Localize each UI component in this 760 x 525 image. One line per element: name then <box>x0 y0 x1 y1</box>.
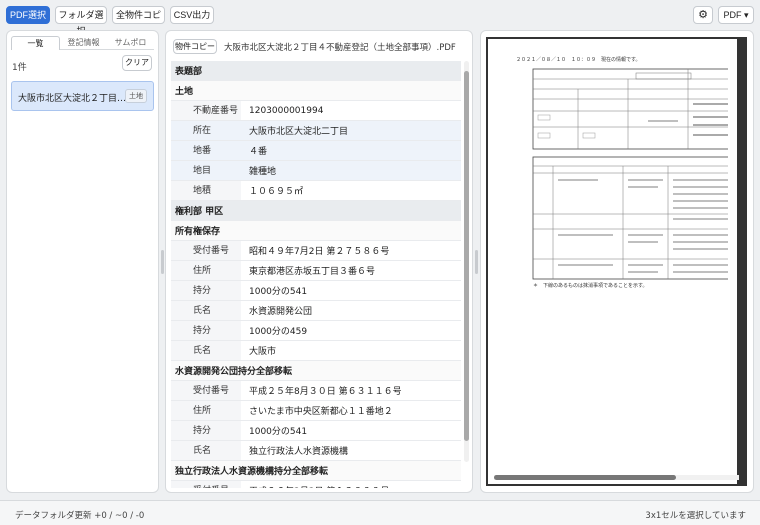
field-label: 氏名 <box>171 441 241 460</box>
tab-list[interactable]: 一覧 <box>11 36 60 50</box>
property-table: 表題部 土地 不動産番号 1203000001994 所在 大阪市北区大淀北二丁目 地番 ４番… <box>171 61 461 488</box>
doc-header-line: ２０２１／０８／１０ １０：０９ 現在の情報です。 <box>516 56 641 63</box>
right-splitter[interactable] <box>475 250 478 274</box>
field-value[interactable]: さいたま市中央区新都心１１番地２ <box>241 404 393 417</box>
group-header[interactable]: 独立行政法人水資源機構持分全部移転 <box>171 461 461 481</box>
table-row[interactable]: 不動産番号 1203000001994 <box>171 101 461 121</box>
table-row[interactable]: 住所 東京都港区赤坂五丁目３番６号 <box>171 261 461 281</box>
pdf-horizontal-scrollbar[interactable] <box>494 475 739 480</box>
tab-registry-info[interactable]: 登記情報 <box>60 36 107 50</box>
table-row[interactable]: 持分 1000分の459 <box>171 321 461 341</box>
field-value[interactable]: 独立行政法人水資源機構 <box>241 444 348 457</box>
table-row[interactable]: 持分 1000分の541 <box>171 281 461 301</box>
table-row[interactable]: 受付番号平成２６年3月3日 第１３８９９号 <box>171 481 461 488</box>
field-label: 持分 <box>171 321 241 340</box>
field-label: 所在 <box>171 121 241 140</box>
table-row[interactable]: 地積 １０６９５㎡ <box>171 181 461 201</box>
field-value[interactable]: １０６９５㎡ <box>241 184 303 197</box>
list-item[interactable]: 大阪市北区大淀北２丁目… 土地 <box>11 81 154 111</box>
field-label: 地積 <box>171 181 241 200</box>
status-bar: データフォルダ更新 +0 / ~0 / -0 3x1セルを選択しています <box>0 500 760 525</box>
table-row[interactable]: 受付番号 昭和４９年7月2日 第２７５８６号 <box>171 241 461 261</box>
pdf-menu-button[interactable]: PDF ▾ <box>718 6 754 24</box>
pdf-vertical-scrollbar[interactable] <box>737 39 745 484</box>
table-row[interactable]: 氏名 水資源開発公団 <box>171 301 461 321</box>
field-label: 地番 <box>171 141 241 160</box>
field-value[interactable]: 平成２５年8月３０日 第６３１１６号 <box>241 384 402 397</box>
group-header[interactable]: 水資源開発公団持分全部移転 <box>171 361 461 381</box>
field-label: 地目 <box>171 161 241 180</box>
field-value[interactable]: 平成２６年3月3日 第１３８９９号 <box>241 484 389 488</box>
table-row[interactable]: 住所 さいたま市中央区新都心１１番地２ <box>171 401 461 421</box>
field-label: 受付番号 <box>171 381 241 400</box>
field-value[interactable]: 昭和４９年7月2日 第２７５８６号 <box>241 244 389 257</box>
scrollbar-thumb[interactable] <box>464 71 469 441</box>
field-value[interactable]: 東京都港区赤坂五丁目３番６号 <box>241 264 375 277</box>
status-left: データフォルダ更新 +0 / ~0 / -0 <box>15 511 145 521</box>
field-label: 不動産番号 <box>171 101 241 120</box>
status-right: 3x1セルを選択しています <box>645 511 746 521</box>
field-label: 持分 <box>171 421 241 440</box>
doc-footer-line: ＊ 下線のあるものは抹消事項であることを示す。 <box>533 282 647 289</box>
field-label: 受付番号 <box>171 241 241 260</box>
table-row[interactable]: 氏名 大阪市 <box>171 341 461 361</box>
field-value[interactable]: 大阪市 <box>241 344 276 357</box>
field-value[interactable]: 1000分の459 <box>241 324 307 337</box>
section-header[interactable]: 権利部 甲区 <box>171 201 461 221</box>
field-label: 氏名 <box>171 301 241 320</box>
group-header[interactable]: 所有権保存 <box>171 221 461 241</box>
pdf-document-image: ２０２１／０８／１０ １０：０９ 現在の情報です。 ＊ 下線のあるものは抹消事項… <box>516 56 728 289</box>
table-row[interactable]: 地番 ４番 <box>171 141 461 161</box>
settings-button[interactable]: ⚙ <box>693 6 713 24</box>
field-label: 受付番号 <box>171 481 241 488</box>
field-value[interactable]: 雑種地 <box>241 164 277 177</box>
field-value[interactable]: 1000分の541 <box>241 424 307 437</box>
file-title: 大阪市北区大淀北２丁目４不動産登記（土地全部事項）.PDF <box>224 43 456 53</box>
folder-select-button[interactable]: フォルダ選択 <box>55 6 107 36</box>
left-tabs: 一覧 登記情報 サムポロ <box>11 36 154 50</box>
pdf-select-button[interactable]: PDF選択 <box>6 6 50 24</box>
file-list-panel: 一覧 登記情報 サムポロ 1件 クリア 大阪市北区大淀北２丁目… 土地 <box>6 30 159 493</box>
field-value[interactable]: 大阪市北区大淀北二丁目 <box>241 124 349 137</box>
property-detail-panel: 物件コピー 大阪市北区大淀北２丁目４不動産登記（土地全部事項）.PDF 表題部土… <box>165 30 473 493</box>
copy-property-button[interactable]: 物件コピー <box>173 39 217 54</box>
section-header[interactable]: 表題部 <box>171 61 461 81</box>
pdf-hscroll-thumb[interactable] <box>494 475 676 480</box>
field-value[interactable]: ４番 <box>241 144 268 157</box>
field-label: 住所 <box>171 401 241 420</box>
field-value[interactable]: 1203000001994 <box>241 106 323 116</box>
list-item-name: 大阪市北区大淀北２丁目… <box>18 94 126 104</box>
pdf-preview-panel: ２０２１／０８／１０ １０：０９ 現在の情報です。 ＊ 下線のあるものは抹消事項… <box>480 30 754 493</box>
copy-all-button[interactable]: 全物件コピー <box>112 6 165 36</box>
table-row[interactable]: 地目 雑種地 <box>171 161 461 181</box>
field-value[interactable]: 水資源開発公団 <box>241 304 312 317</box>
file-count: 1件 <box>12 63 27 73</box>
table-row[interactable]: 受付番号 平成２５年8月３０日 第６３１１６号 <box>171 381 461 401</box>
field-label: 氏名 <box>171 341 241 360</box>
tab-thumbnail[interactable]: サムポロ <box>107 36 154 50</box>
field-label: 住所 <box>171 261 241 280</box>
clear-button[interactable]: クリア <box>122 55 152 71</box>
left-splitter[interactable] <box>161 250 164 274</box>
land-badge: 土地 <box>125 89 147 103</box>
gear-icon: ⚙ <box>698 9 708 21</box>
table-row[interactable]: 持分 1000分の541 <box>171 421 461 441</box>
group-header[interactable]: 土地 <box>171 81 461 101</box>
table-row[interactable]: 所在 大阪市北区大淀北二丁目 <box>171 121 461 141</box>
table-row[interactable]: 氏名 独立行政法人水資源機構 <box>171 441 461 461</box>
csv-export-button[interactable]: CSV出力 <box>170 6 214 24</box>
field-label: 持分 <box>171 281 241 300</box>
field-value[interactable]: 1000分の541 <box>241 284 307 297</box>
pdf-page: ２０２１／０８／１０ １０：０９ 現在の情報です。 ＊ 下線のあるものは抹消事項… <box>486 37 747 486</box>
vertical-scrollbar[interactable] <box>464 61 469 462</box>
